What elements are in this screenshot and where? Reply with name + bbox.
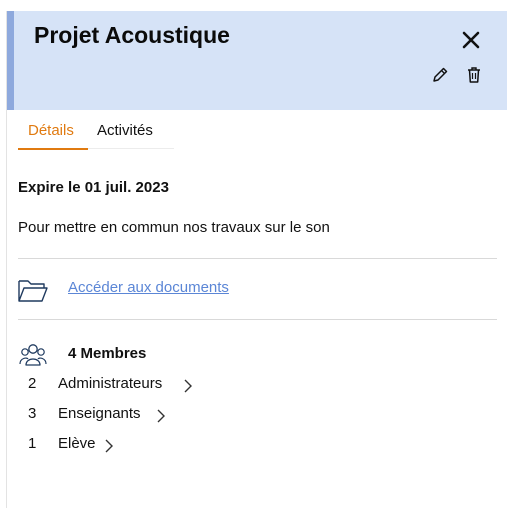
pencil-icon <box>433 67 448 82</box>
role-label: Administrateurs <box>58 375 163 392</box>
folder-icon <box>17 276 49 304</box>
section-divider <box>18 258 497 259</box>
role-label: Elève <box>58 435 96 452</box>
project-detail-panel: Projet Acoustique Détails Activités Expi… <box>6 11 507 508</box>
role-label: Enseignants <box>58 405 141 422</box>
header-accent-bar <box>7 11 14 110</box>
members-count-title: 4 Membres <box>68 345 147 362</box>
tab-details[interactable]: Détails <box>18 120 88 150</box>
tab-activities[interactable]: Activités <box>88 120 174 149</box>
group-icon <box>19 342 47 368</box>
role-count: 2 <box>28 375 37 392</box>
project-title: Projet Acoustique <box>34 22 230 48</box>
tab-details-label: Détails <box>28 122 74 139</box>
edit-button[interactable] <box>430 65 450 85</box>
close-button[interactable] <box>459 28 483 52</box>
close-icon <box>462 31 480 49</box>
documents-link[interactable]: Accéder aux documents <box>68 279 229 296</box>
role-count: 1 <box>28 435 37 452</box>
expiration-date: Expire le 01 juil. 2023 <box>18 179 169 196</box>
tab-activities-label: Activités <box>97 122 153 139</box>
delete-button[interactable] <box>464 65 484 85</box>
project-description: Pour mettre en commun nos travaux sur le… <box>18 219 330 236</box>
chevron-right-icon <box>157 409 165 423</box>
trash-icon <box>468 67 480 83</box>
panel-header: Projet Acoustique <box>7 11 507 110</box>
role-count: 3 <box>28 405 37 422</box>
chevron-right-icon <box>184 379 192 393</box>
section-divider <box>18 319 497 320</box>
chevron-right-icon <box>105 439 113 453</box>
